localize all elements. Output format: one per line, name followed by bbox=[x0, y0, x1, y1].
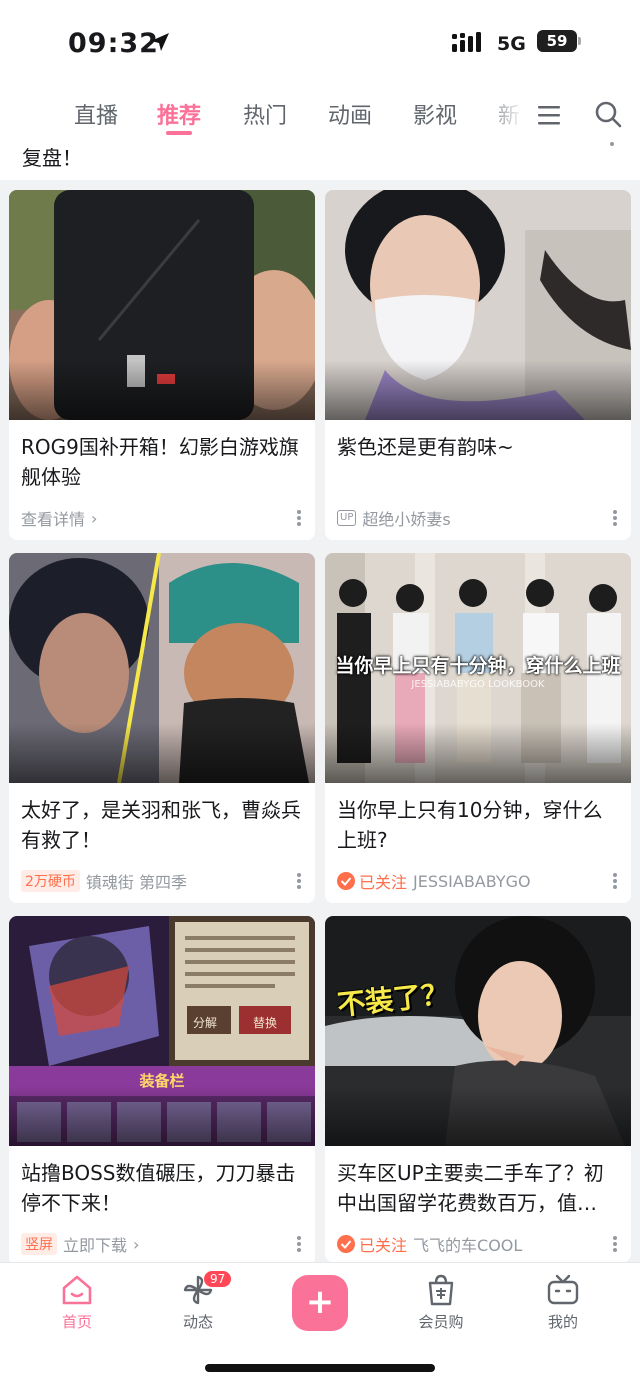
tab-hot[interactable]: 热门 bbox=[243, 98, 287, 130]
video-card-rog9[interactable]: 2016 广告 ROG9国补开箱！幻影白游戏旗舰体验 查看详情 › bbox=[9, 190, 315, 540]
search-icon[interactable] bbox=[594, 100, 622, 128]
nav-profile[interactable]: 我的 bbox=[523, 1273, 603, 1332]
card-thumbnail: 不装了？ bbox=[325, 916, 631, 1146]
video-card-outfit[interactable]: 当你早上只有十分钟，穿什么上班 JESSIABABYGO LOOKBOOK 18… bbox=[325, 553, 631, 903]
video-card-car[interactable]: 不装了？ 34.4万 3872 22:48 买车区UP主要卖二手车了？初中出国留… bbox=[325, 916, 631, 1262]
status-time: 09:32 bbox=[68, 28, 159, 59]
card-thumbnail: 分解 替换 装备栏 bbox=[9, 916, 315, 1146]
nav-vip-shop-label: 会员购 bbox=[418, 1313, 464, 1331]
card-title: ROG9国补开箱！幻影白游戏旗舰体验 bbox=[21, 435, 299, 489]
series-name[interactable]: 镇魂街 第四季 bbox=[86, 869, 187, 893]
coin-tag: 2万硬币 bbox=[21, 870, 80, 892]
nav-dynamic[interactable]: 97 动态 bbox=[158, 1271, 238, 1332]
overlay-caption: 当你早上只有十分钟，穿什么上班 bbox=[335, 655, 621, 677]
video-card-purple[interactable]: 4000 直播 紫色还是更有韵味~ UP 超绝小娇妻s bbox=[325, 190, 631, 540]
game-button-disassemble: 分解 bbox=[192, 1016, 217, 1030]
previous-card-title: 复盘！ bbox=[22, 146, 82, 170]
menu-icon[interactable] bbox=[538, 104, 560, 126]
active-tab-indicator bbox=[166, 131, 192, 135]
chevron-right-icon: › bbox=[91, 508, 98, 528]
chevron-right-icon: › bbox=[133, 1234, 140, 1254]
followed-label: 已关注 bbox=[359, 873, 408, 892]
more-options-icon[interactable] bbox=[613, 1236, 617, 1252]
card-thumbnail: 当你早上只有十分钟，穿什么上班 JESSIABABYGO LOOKBOOK bbox=[325, 553, 631, 783]
home-icon bbox=[62, 1275, 92, 1305]
up-badge: UP bbox=[337, 510, 357, 526]
more-options-icon[interactable] bbox=[613, 873, 617, 889]
followed-check-icon bbox=[337, 872, 355, 890]
signal-icon bbox=[452, 32, 481, 52]
video-card-guanyu[interactable]: 1.5亿 1054.1万 国创 太好了，是关羽和张飞，曹焱兵有救了！ 2万硬币 … bbox=[9, 553, 315, 903]
publish-button[interactable]: + bbox=[292, 1275, 348, 1331]
author-name[interactable]: 超绝小娇妻s bbox=[362, 506, 450, 530]
battery-level: 59 bbox=[546, 32, 568, 50]
followed-label: 已关注 bbox=[359, 1236, 408, 1255]
vertical-tag: 竖屏 bbox=[21, 1233, 57, 1255]
home-indicator bbox=[205, 1364, 435, 1372]
tv-icon bbox=[547, 1274, 579, 1305]
network-type: 5G bbox=[497, 33, 526, 55]
shopping-bag-icon bbox=[428, 1274, 454, 1306]
tab-anime[interactable]: 动画 bbox=[328, 98, 372, 130]
author-name[interactable]: 飞飞的车COOL bbox=[413, 1232, 522, 1256]
game-button-replace: 替换 bbox=[252, 1016, 277, 1030]
card-title: 太好了，是关羽和张飞，曹焱兵有救了！ bbox=[21, 798, 301, 852]
card-title: 紫色还是更有韵味~ bbox=[337, 435, 514, 459]
nav-profile-label: 我的 bbox=[547, 1313, 578, 1331]
card-thumbnail bbox=[9, 553, 315, 783]
card-thumbnail bbox=[9, 190, 315, 420]
view-details-link[interactable]: 查看详情 bbox=[21, 506, 85, 530]
more-options-icon[interactable] bbox=[613, 510, 617, 526]
more-icon[interactable] bbox=[610, 140, 614, 148]
more-options-icon[interactable] bbox=[297, 510, 301, 526]
author-name[interactable]: JESSIABABYGO bbox=[413, 872, 531, 891]
previous-card-tail[interactable]: 复盘！ bbox=[0, 140, 640, 180]
status-bar: 09:32 5G 59 bbox=[0, 0, 640, 86]
category-tabs: 直播 推荐 热门 动画 影视 新 bbox=[0, 86, 640, 140]
nav-home-label: 首页 bbox=[61, 1313, 92, 1331]
tab-recommend[interactable]: 推荐 bbox=[157, 98, 201, 130]
notification-badge: 97 bbox=[204, 1271, 232, 1287]
card-thumbnail bbox=[325, 190, 631, 420]
card-title: 站撸BOSS数值碾压，刀刀暴击停不下来！ bbox=[21, 1161, 296, 1215]
nav-vip-shop[interactable]: 会员购 bbox=[401, 1273, 481, 1332]
video-card-boss-game[interactable]: 分解 替换 装备栏 63 - 广告 站撸BOSS数值碾压，刀刀暴击停不下来！ 竖… bbox=[9, 916, 315, 1266]
tab-live[interactable]: 直播 bbox=[74, 98, 118, 130]
more-options-icon[interactable] bbox=[297, 1236, 301, 1252]
nav-home[interactable]: 首页 bbox=[37, 1273, 117, 1332]
overlay-subcaption: JESSIABABYGO LOOKBOOK bbox=[411, 679, 545, 690]
tab-film[interactable]: 影视 bbox=[413, 98, 457, 130]
more-options-icon[interactable] bbox=[297, 873, 301, 889]
nav-dynamic-label: 动态 bbox=[182, 1313, 213, 1331]
download-link[interactable]: 立即下载 bbox=[63, 1232, 127, 1256]
location-arrow-icon bbox=[151, 33, 169, 51]
followed-check-icon bbox=[337, 1235, 355, 1253]
card-title: 当你早上只有10分钟，穿什么上班? bbox=[337, 798, 603, 852]
battery-icon: 59 bbox=[537, 30, 581, 54]
card-title: 买车区UP主要卖二手车了？初中出国留学花费数百万，值… bbox=[337, 1161, 604, 1215]
